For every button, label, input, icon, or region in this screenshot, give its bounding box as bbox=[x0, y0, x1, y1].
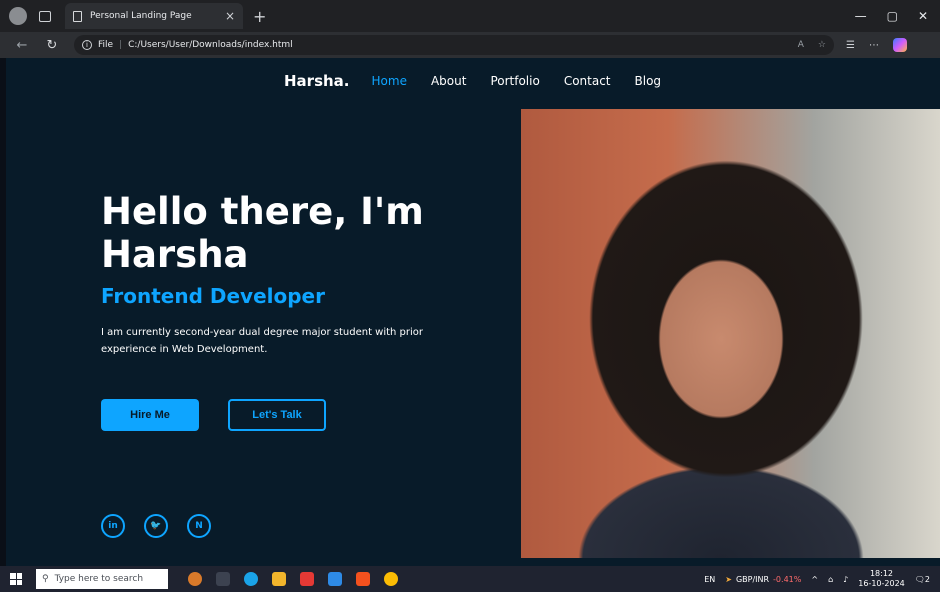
hire-me-button[interactable]: Hire Me bbox=[101, 399, 199, 431]
hero-role: Frontend Developer bbox=[101, 284, 325, 308]
landing-page: Harsha. Home About Portfolio Contact Blo… bbox=[6, 58, 940, 566]
favorite-star-icon[interactable]: ☆ bbox=[818, 40, 826, 50]
lets-talk-button[interactable]: Let's Talk bbox=[228, 399, 326, 431]
volume-icon[interactable]: ♪ bbox=[843, 575, 848, 584]
close-window-button[interactable]: ✕ bbox=[918, 9, 928, 23]
browser-tab-bar: Personal Landing Page × + — ▢ ✕ bbox=[0, 0, 940, 32]
clock-date: 16-10-2024 bbox=[858, 579, 905, 588]
file-explorer-icon[interactable] bbox=[272, 572, 286, 586]
system-tray: EN ➤ GBP/INR -0.41% ^ ⌂ ♪ 18:12 16-10-20… bbox=[704, 569, 930, 589]
currency-widget[interactable]: ➤ GBP/INR -0.41% bbox=[725, 575, 801, 584]
youtube-icon[interactable] bbox=[300, 572, 314, 586]
url-separator: | bbox=[119, 40, 123, 50]
info-icon[interactable]: i bbox=[82, 40, 92, 50]
favorites-icon[interactable]: ☰ bbox=[846, 40, 855, 51]
address-bar[interactable]: i File | C:/Users/User/Downloads/index.h… bbox=[74, 35, 834, 55]
chrome-icon[interactable] bbox=[384, 572, 398, 586]
nav-home[interactable]: Home bbox=[372, 74, 407, 88]
tab-close-button[interactable]: × bbox=[225, 9, 235, 23]
blog-icon[interactable]: N bbox=[187, 514, 211, 538]
notifications-icon[interactable]: 🗨2 bbox=[915, 575, 930, 584]
currency-pair: GBP/INR bbox=[735, 574, 770, 584]
windows-start-icon[interactable] bbox=[10, 573, 22, 585]
more-menu-icon[interactable]: ⋯ bbox=[869, 40, 879, 51]
network-icon[interactable]: ⌂ bbox=[828, 575, 833, 584]
omnibox-actions: A ☆ bbox=[798, 40, 826, 50]
windows-taskbar: ⚲ Type here to search EN ➤ GBP/INR -0.41… bbox=[0, 566, 940, 592]
new-tab-button[interactable]: + bbox=[253, 7, 266, 26]
read-aloud-icon[interactable]: A bbox=[798, 40, 804, 50]
browser-tab[interactable]: Personal Landing Page × bbox=[65, 3, 243, 29]
tab-actions-icon[interactable] bbox=[39, 10, 51, 22]
brave-icon[interactable] bbox=[356, 572, 370, 586]
nav-portfolio[interactable]: Portfolio bbox=[490, 74, 539, 88]
search-placeholder: Type here to search bbox=[54, 574, 144, 584]
minimize-button[interactable]: — bbox=[855, 9, 867, 23]
notification-count: 2 bbox=[924, 574, 930, 584]
clock[interactable]: 18:12 16-10-2024 bbox=[858, 569, 905, 589]
task-view-icon[interactable] bbox=[216, 572, 230, 586]
twitter-icon[interactable]: 🐦 bbox=[144, 514, 168, 538]
widgets-icon[interactable] bbox=[188, 572, 202, 586]
address-bar-row: ← ↻ i File | C:/Users/User/Downloads/ind… bbox=[0, 32, 940, 58]
edge-icon[interactable] bbox=[244, 572, 258, 586]
taskbar-search[interactable]: ⚲ Type here to search bbox=[36, 569, 168, 589]
restore-button[interactable]: ▢ bbox=[887, 9, 898, 23]
linkedin-icon[interactable]: in bbox=[101, 514, 125, 538]
hero-greeting: Hello there, I'm Harsha bbox=[101, 190, 424, 276]
window-controls: — ▢ ✕ bbox=[855, 9, 928, 23]
nav-contact[interactable]: Contact bbox=[564, 74, 611, 88]
copilot-icon[interactable] bbox=[892, 38, 907, 52]
tray-chevron-icon[interactable]: ^ bbox=[811, 575, 818, 584]
vscode-icon[interactable] bbox=[328, 572, 342, 586]
tab-title: Personal Landing Page bbox=[90, 11, 192, 21]
site-nav: Harsha. Home About Portfolio Contact Blo… bbox=[284, 72, 685, 90]
page-icon bbox=[73, 10, 82, 22]
nav-blog[interactable]: Blog bbox=[635, 74, 662, 88]
file-label: File bbox=[98, 40, 114, 50]
social-links: in 🐦 N bbox=[101, 514, 211, 538]
taskbar-apps bbox=[188, 572, 398, 586]
currency-change: -0.41% bbox=[773, 574, 802, 584]
hero-bio: I am currently second-year dual degree m… bbox=[101, 327, 424, 355]
site-logo[interactable]: Harsha. bbox=[284, 72, 350, 90]
reload-button[interactable]: ↻ bbox=[42, 38, 62, 53]
nav-about[interactable]: About bbox=[431, 74, 466, 88]
profile-avatar[interactable] bbox=[9, 7, 27, 25]
search-icon: ⚲ bbox=[42, 574, 49, 584]
clock-time: 18:12 bbox=[869, 569, 894, 578]
language-indicator[interactable]: EN bbox=[704, 575, 715, 584]
back-button[interactable]: ← bbox=[12, 38, 32, 53]
profile-photo bbox=[521, 109, 940, 558]
currency-icon: ➤ bbox=[725, 574, 732, 584]
url-text[interactable]: C:/Users/User/Downloads/index.html bbox=[128, 40, 293, 50]
browser-toolbar: ☰ ⋯ bbox=[846, 38, 907, 52]
